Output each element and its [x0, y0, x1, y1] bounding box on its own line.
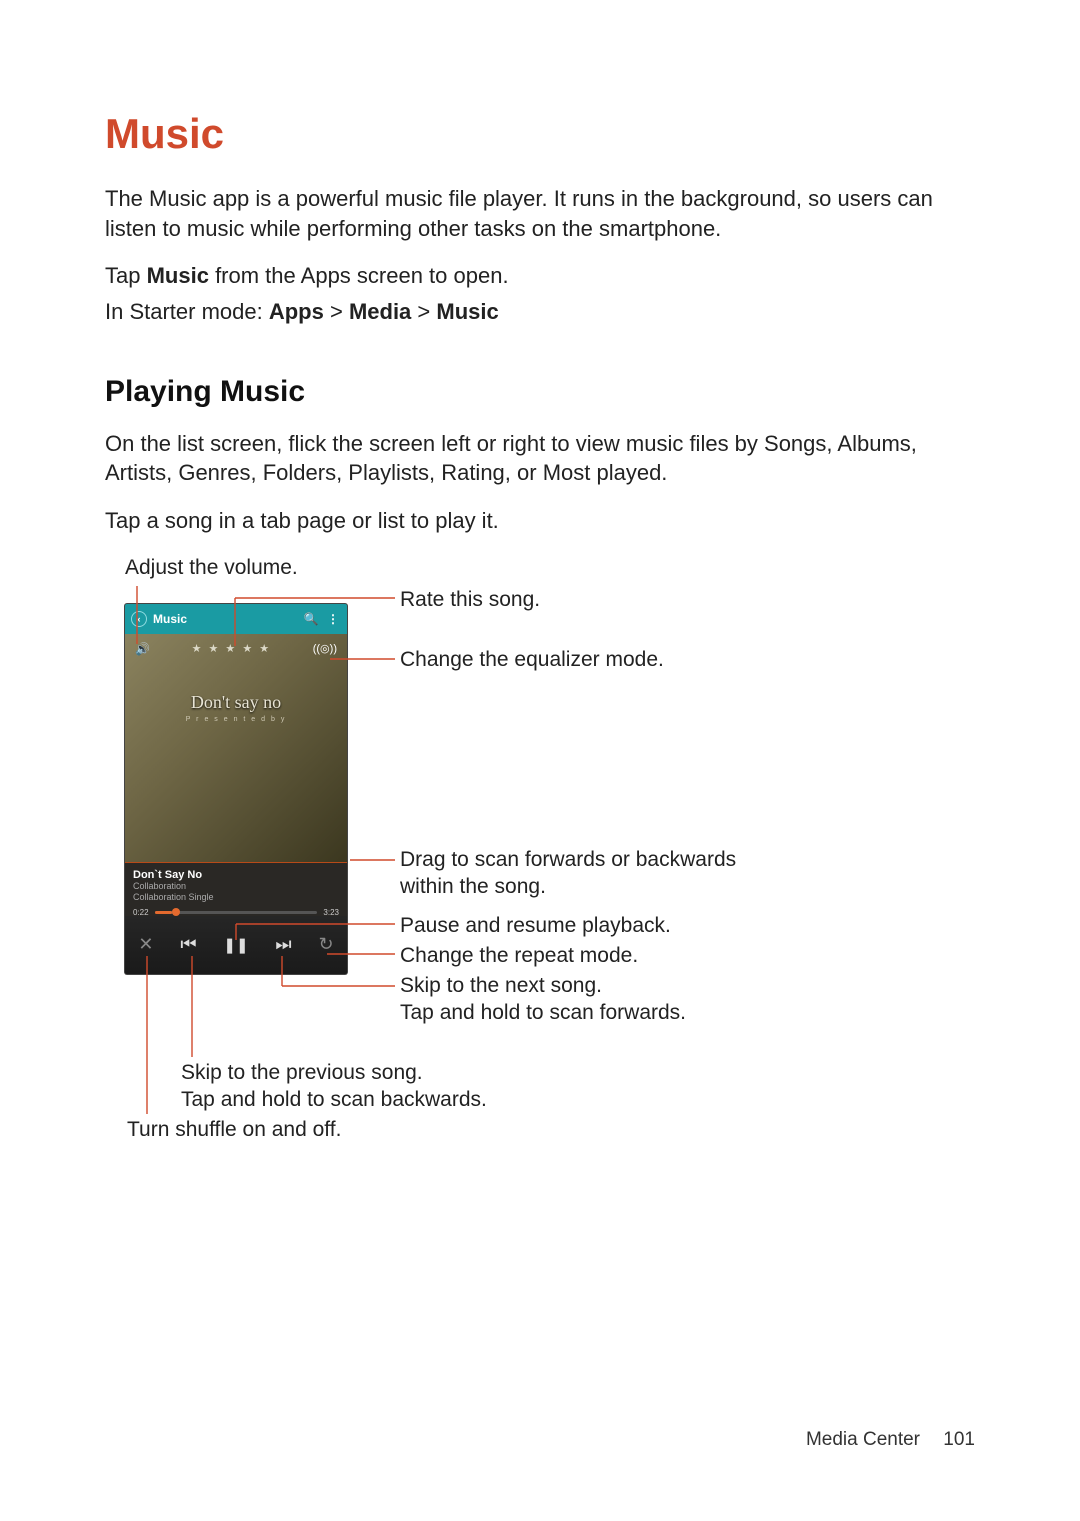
- callout-seek: Drag to scan forwards or backwards withi…: [400, 846, 736, 901]
- callout-seek-line2: within the song.: [400, 875, 546, 898]
- open-post: from the Apps screen to open.: [209, 263, 509, 288]
- callout-prev-line2: Tap and hold to scan backwards.: [181, 1088, 487, 1111]
- repeat-button[interactable]: ↻: [318, 934, 333, 955]
- starter-path-music: Music: [436, 299, 498, 324]
- footer-section: Media Center: [806, 1429, 920, 1450]
- album-art-subtitle: P r e s e n t e d b y: [125, 716, 347, 723]
- annotated-screenshot: ‹ Music 🔍 ⋮ 🔊 ★ ★ ★ ★ ★ ((◎)) Don't say …: [105, 554, 985, 1154]
- callout-previous: Skip to the previous song. Tap and hold …: [181, 1059, 487, 1114]
- callout-next-line2: Tap and hold to scan forwards.: [400, 1001, 686, 1024]
- callout-seek-line1: Drag to scan forwards or backwards: [400, 848, 736, 871]
- volume-icon[interactable]: 🔊: [135, 642, 150, 656]
- callout-equalizer: Change the equalizer mode.: [400, 646, 664, 673]
- section-title: Music: [105, 110, 975, 158]
- search-icon[interactable]: 🔍: [303, 612, 319, 626]
- equalizer-icon[interactable]: ((◎)): [313, 642, 337, 655]
- previous-button[interactable]: ⏮: [180, 934, 196, 955]
- callout-next: Skip to the next song. Tap and hold to s…: [400, 972, 686, 1027]
- open-bold-app: Music: [147, 263, 209, 288]
- starter-mode-path: In Starter mode: Apps > Media > Music: [105, 297, 975, 327]
- subheading-playing-music: Playing Music: [105, 375, 975, 409]
- album-art-title: Don't say no: [125, 692, 347, 713]
- rating-stars[interactable]: ★ ★ ★ ★ ★: [192, 642, 272, 655]
- back-icon[interactable]: ‹: [131, 611, 147, 627]
- callout-volume: Adjust the volume.: [125, 554, 298, 581]
- song-title: Don`t Say No: [133, 869, 339, 881]
- more-icon[interactable]: ⋮: [325, 612, 341, 626]
- album-art-area: 🔊 ★ ★ ★ ★ ★ ((◎)) Don't say no P r e s e…: [125, 634, 347, 862]
- starter-sep1: >: [324, 299, 349, 324]
- page-footer: Media Center 101: [806, 1429, 975, 1451]
- open-instruction: Tap Music from the Apps screen to open.: [105, 261, 975, 291]
- phone-mockup: ‹ Music 🔍 ⋮ 🔊 ★ ★ ★ ★ ★ ((◎)) Don't say …: [125, 604, 347, 974]
- footer-page-number: 101: [943, 1429, 975, 1450]
- callout-next-line1: Skip to the next song.: [400, 974, 602, 997]
- time-elapsed: 0:22: [133, 908, 149, 917]
- callout-repeat: Change the repeat mode.: [400, 942, 638, 969]
- song-artist: Collaboration: [133, 881, 339, 892]
- seek-bar[interactable]: [155, 911, 318, 914]
- play-desc-1: On the list screen, flick the screen lef…: [105, 429, 975, 488]
- starter-sep2: >: [411, 299, 436, 324]
- phone-header: ‹ Music 🔍 ⋮: [125, 604, 347, 634]
- callout-pause: Pause and resume playback.: [400, 912, 671, 939]
- seek-fill: [155, 911, 173, 914]
- shuffle-button[interactable]: ✕: [138, 934, 153, 955]
- playback-controls: ✕ ⏮ ❚❚ ⏭ ↻: [125, 916, 347, 974]
- next-button[interactable]: ⏭: [275, 934, 291, 955]
- starter-pre: In Starter mode:: [105, 299, 269, 324]
- open-pre: Tap: [105, 263, 147, 288]
- now-playing-info: Don`t Say No Collaboration Collaboration…: [125, 862, 347, 916]
- starter-path-media: Media: [349, 299, 411, 324]
- app-title: Music: [153, 612, 297, 626]
- play-desc-2: Tap a song in a tab page or list to play…: [105, 506, 975, 536]
- callout-rate: Rate this song.: [400, 586, 540, 613]
- pause-button[interactable]: ❚❚: [223, 936, 248, 954]
- song-album: Collaboration Single: [133, 892, 339, 903]
- callout-prev-line1: Skip to the previous song.: [181, 1061, 423, 1084]
- starter-path-apps: Apps: [269, 299, 324, 324]
- callout-shuffle: Turn shuffle on and off.: [127, 1116, 341, 1143]
- time-total: 3:23: [323, 908, 339, 917]
- intro-paragraph: The Music app is a powerful music file p…: [105, 184, 975, 243]
